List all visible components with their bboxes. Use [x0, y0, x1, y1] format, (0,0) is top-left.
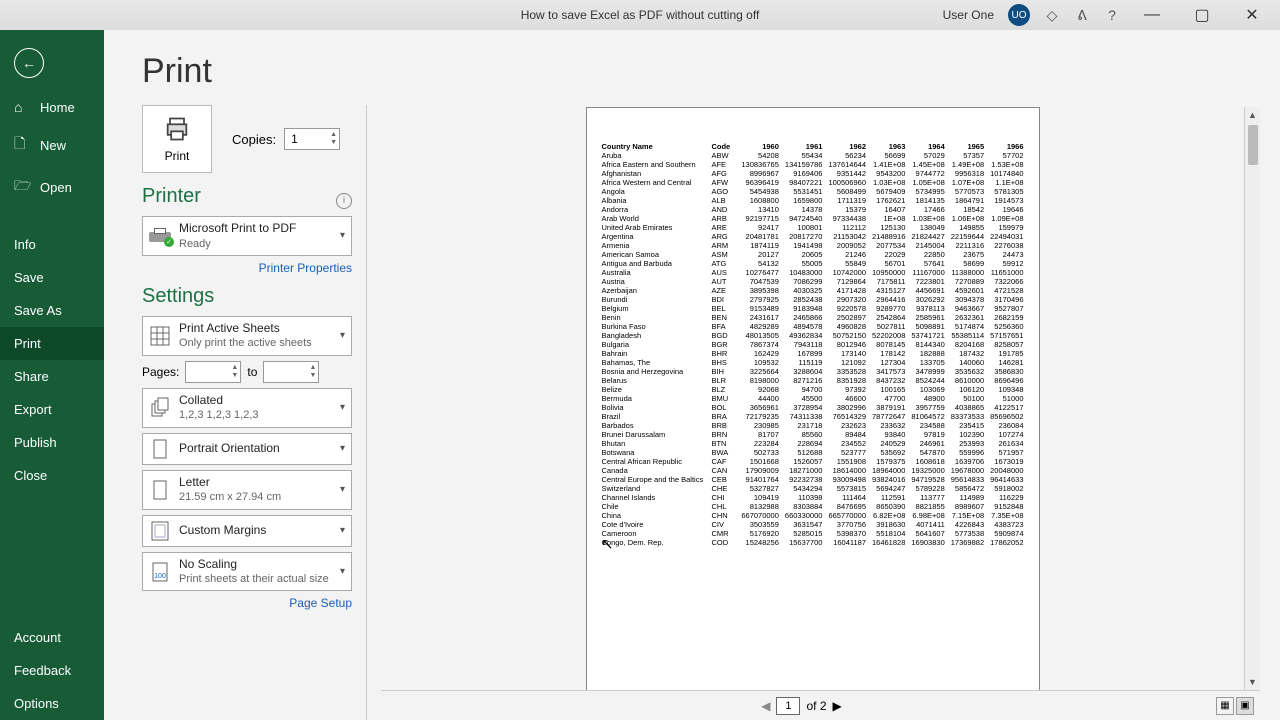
orientation-select[interactable]: Portrait Orientation ▾	[142, 433, 352, 465]
copies-label: Copies:	[232, 132, 276, 147]
printer-heading: Printer	[142, 185, 201, 208]
nav-export[interactable]: Export	[0, 393, 104, 426]
info-icon[interactable]: i	[336, 193, 352, 209]
copies-input[interactable]: ▲▼	[284, 128, 340, 150]
zoom-to-page-button[interactable]: ▣	[1236, 697, 1254, 715]
scaling-select[interactable]: 100 No ScalingPrint sheets at their actu…	[142, 552, 352, 592]
page-number-input[interactable]	[776, 697, 800, 715]
diamond-icon[interactable]: ◇	[1044, 7, 1060, 23]
nav-publish[interactable]: Publish	[0, 426, 104, 459]
help-icon[interactable]: ?	[1104, 7, 1120, 23]
nav-share[interactable]: Share	[0, 360, 104, 393]
nav-print[interactable]: Print	[0, 327, 104, 360]
nav-open[interactable]: 🗁Open	[0, 166, 104, 208]
pages-to-label: to	[247, 365, 257, 379]
nav-home[interactable]: ⌂Home	[0, 90, 104, 124]
print-button[interactable]: Print	[142, 105, 212, 173]
coming-soon-icon[interactable]: ᕕ	[1074, 7, 1090, 23]
next-page-button[interactable]: ▶	[833, 699, 842, 713]
show-margins-button[interactable]: ▦	[1216, 697, 1234, 715]
pages-label: Pages:	[142, 365, 179, 379]
settings-heading: Settings	[142, 285, 352, 308]
nav-new[interactable]: 🗋New	[0, 124, 104, 166]
preview-scrollbar[interactable]: ▲ ▼	[1244, 107, 1260, 690]
page-total: of 2	[806, 699, 826, 713]
nav-account[interactable]: Account	[0, 621, 104, 654]
maximize-button[interactable]: ▢	[1184, 4, 1220, 26]
printer-icon	[163, 115, 191, 143]
backstage-sidebar: ← ⌂Home🗋New🗁Open InfoSaveSave AsPrintSha…	[0, 30, 104, 720]
collation-select[interactable]: Collated1,2,3 1,2,3 1,2,3 ▾	[142, 388, 352, 428]
page-setup-link[interactable]: Page Setup	[142, 596, 352, 610]
printer-properties-link[interactable]: Printer Properties	[142, 261, 352, 275]
nav-options[interactable]: Options	[0, 687, 104, 720]
paper-size-select[interactable]: Letter21.59 cm x 27.94 cm ▾	[142, 470, 352, 510]
print-button-label: Print	[165, 149, 190, 163]
pages-to-input[interactable]: ▲▼	[263, 361, 319, 383]
page-title: Print	[142, 52, 1260, 91]
close-button[interactable]: ✕	[1234, 4, 1270, 26]
nav-save[interactable]: Save	[0, 261, 104, 294]
window-title: How to save Excel as PDF without cutting…	[521, 8, 760, 22]
printer-select[interactable]: ✓ Microsoft Print to PDFReady ▾	[142, 216, 352, 256]
user-name: User One	[943, 8, 994, 22]
print-what-select[interactable]: Print Active SheetsOnly print the active…	[142, 316, 352, 356]
svg-text:100: 100	[154, 573, 166, 580]
print-preview-page: Country NameCode196019611962196319641965…	[586, 107, 1040, 690]
nav-close[interactable]: Close	[0, 459, 104, 492]
margins-select[interactable]: Custom Margins ▾	[142, 515, 352, 547]
nav-save-as[interactable]: Save As	[0, 294, 104, 327]
nav-info[interactable]: Info	[0, 228, 104, 261]
back-button[interactable]: ←	[14, 48, 44, 78]
prev-page-button[interactable]: ◀	[761, 699, 770, 713]
minimize-button[interactable]: —	[1134, 4, 1170, 26]
nav-feedback[interactable]: Feedback	[0, 654, 104, 687]
user-avatar[interactable]: UO	[1008, 4, 1030, 26]
pages-from-input[interactable]: ▲▼	[185, 361, 241, 383]
